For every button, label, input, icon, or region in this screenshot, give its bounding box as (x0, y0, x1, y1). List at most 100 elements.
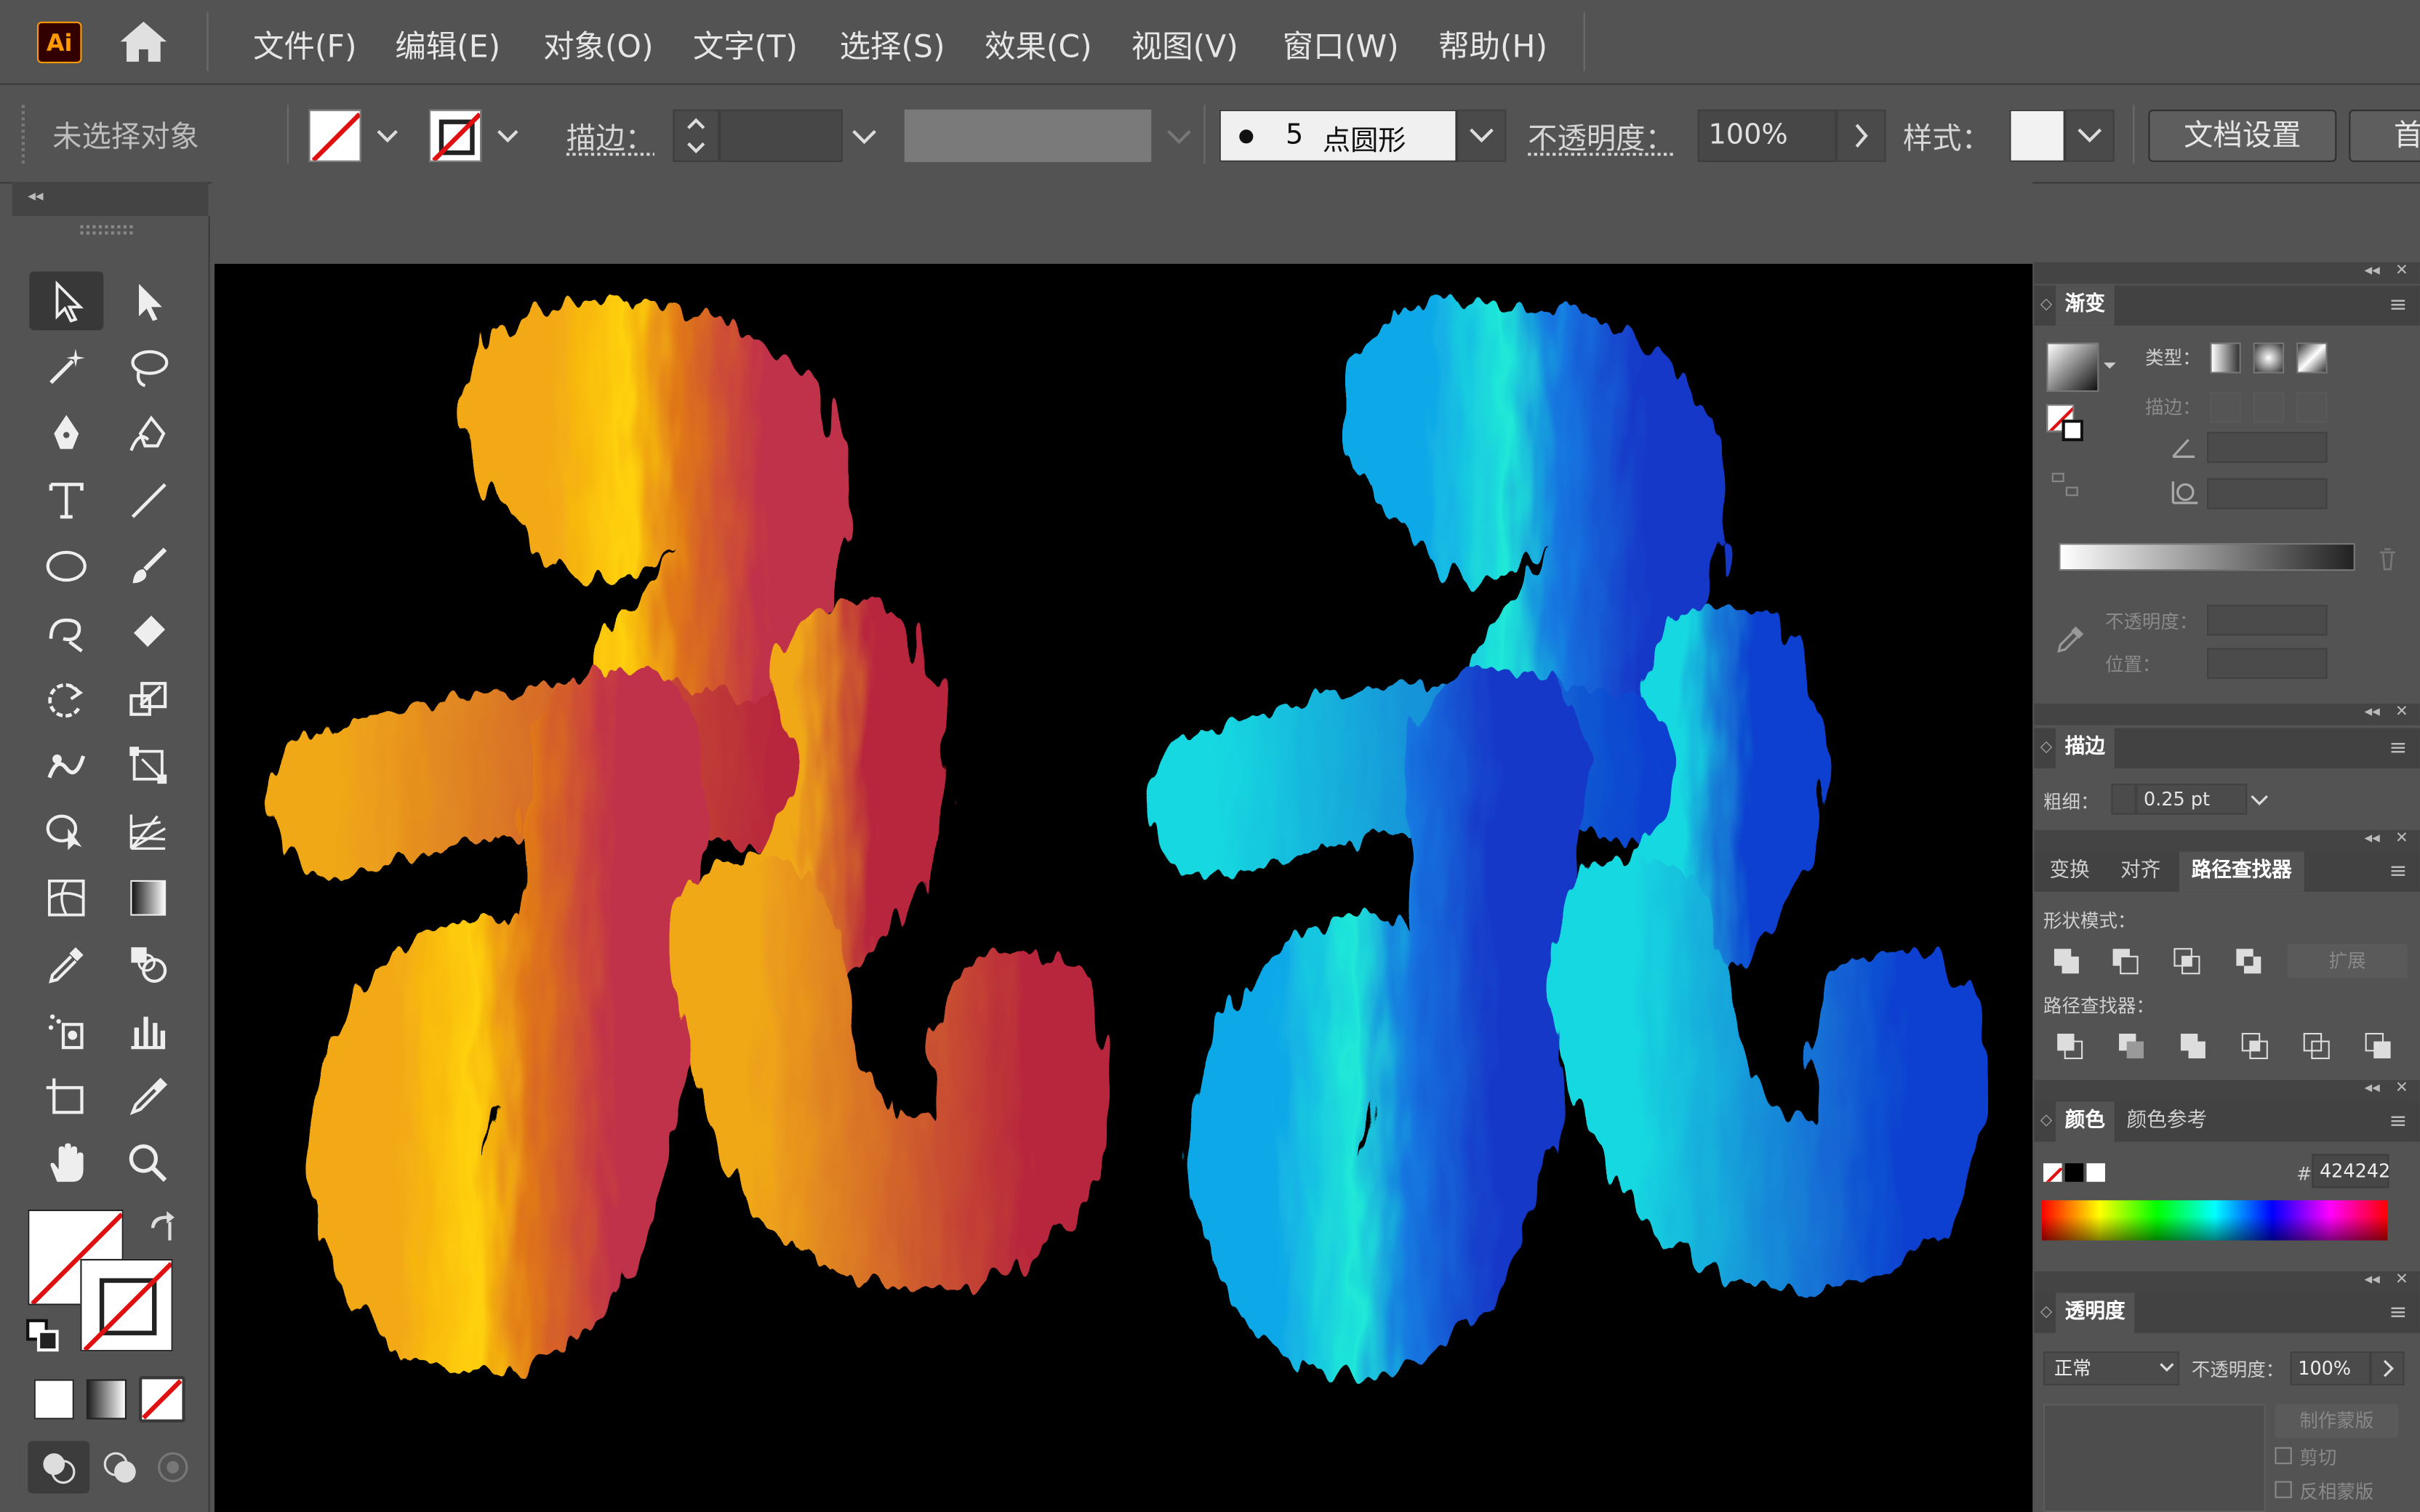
chevron-down-icon[interactable] (491, 121, 525, 151)
close-icon[interactable]: ✕ (2395, 1080, 2408, 1097)
opacity-expand[interactable] (1836, 109, 1886, 162)
swap-fill-stroke-icon[interactable] (145, 1210, 180, 1244)
menu-type[interactable]: 文字(T) (693, 22, 798, 67)
pen-tool[interactable] (29, 404, 103, 463)
variable-width-profile[interactable] (904, 109, 1152, 162)
crop-icon[interactable] (2241, 1032, 2269, 1060)
brush-definition[interactable]: 5 点圆形 (1219, 109, 1457, 162)
menu-edit[interactable]: 编辑(E) (395, 22, 500, 67)
artboard[interactable] (215, 263, 2033, 1512)
transparency-opacity-input[interactable]: 100% (2290, 1351, 2371, 1386)
tab-transform[interactable]: 变换 (2050, 852, 2090, 892)
draw-inside-icon[interactable] (154, 1450, 191, 1484)
gradient-tool[interactable] (111, 869, 185, 928)
brush-dropdown[interactable] (1457, 109, 1507, 162)
eraser-tool[interactable] (111, 603, 185, 662)
exclude-icon[interactable] (2235, 947, 2262, 975)
tab-gradient[interactable]: 渐变 (2056, 285, 2115, 326)
slice-tool[interactable] (111, 1068, 185, 1127)
paintbrush-tool[interactable] (111, 537, 185, 596)
panel-toggle-icon[interactable]: ◇ (2040, 286, 2052, 326)
stroke-stepper[interactable] (673, 109, 720, 162)
gradient-preview[interactable] (2046, 342, 2099, 393)
aspect-ratio-input[interactable] (2207, 478, 2328, 510)
menu-help[interactable]: 帮助(H) (1438, 22, 1547, 67)
chevron-down-icon[interactable] (2102, 358, 2118, 373)
linear-gradient-button[interactable] (2210, 342, 2241, 374)
freeform-gradient-button[interactable] (2296, 342, 2328, 374)
panel-toggle-icon[interactable]: ◇ (2040, 1101, 2052, 1141)
menu-file[interactable]: 文件(F) (253, 22, 356, 67)
panel-toggle-icon[interactable]: ◇ (2040, 1293, 2052, 1333)
tab-color-guide[interactable]: 颜色参考 (2127, 1101, 2207, 1141)
puppet-warp-tool[interactable] (29, 736, 103, 795)
stroke-within-button[interactable] (2210, 392, 2241, 423)
opacity-label[interactable]: 不透明度： (1528, 116, 1675, 157)
magic-wand-tool[interactable] (29, 338, 103, 397)
divide-icon[interactable] (2056, 1032, 2083, 1060)
rotate-tool[interactable] (29, 669, 103, 728)
color-spectrum[interactable] (2041, 1200, 2388, 1241)
fill-swatch[interactable] (308, 109, 361, 162)
close-icon[interactable]: ✕ (2395, 262, 2408, 279)
style-dropdown[interactable] (2064, 109, 2115, 162)
collapse-panels-icon[interactable]: ◂◂ (2365, 262, 2380, 279)
grip-handle[interactable] (80, 225, 133, 235)
stroke-across-button[interactable] (2296, 392, 2328, 423)
draw-behind-icon[interactable] (102, 1450, 139, 1484)
menu-object[interactable]: 对象(O) (543, 22, 653, 67)
none-mode-button[interactable] (139, 1376, 185, 1423)
zoom-tool[interactable] (111, 1134, 185, 1193)
none-swatch[interactable] (2043, 1163, 2062, 1182)
make-mask-button[interactable]: 制作蒙版 (2275, 1404, 2399, 1439)
merge-icon[interactable] (2179, 1032, 2207, 1060)
symbol-sprayer-tool[interactable] (29, 1001, 103, 1060)
chevron-down-icon[interactable] (2247, 787, 2272, 811)
close-icon[interactable]: ✕ (2395, 830, 2408, 847)
close-icon[interactable]: ✕ (2395, 1271, 2408, 1288)
gradient-mode-button[interactable] (86, 1379, 127, 1420)
close-icon[interactable]: ✕ (2395, 704, 2408, 720)
preferences-button[interactable]: 首 (2349, 109, 2420, 162)
hand-tool[interactable] (29, 1134, 103, 1193)
eyedropper-tool[interactable] (29, 935, 103, 994)
tab-pathfinder[interactable]: 路径查找器 (2179, 851, 2304, 892)
color-mode-button[interactable] (33, 1379, 74, 1420)
panel-menu-icon[interactable]: ≡ (2389, 1101, 2407, 1141)
home-icon[interactable] (117, 18, 169, 65)
panel-menu-icon[interactable]: ≡ (2389, 852, 2407, 892)
clip-checkbox[interactable] (2275, 1447, 2292, 1465)
collapse-toolbar-icon[interactable]: ◂◂ (28, 188, 43, 205)
direct-selection-tool[interactable] (111, 272, 185, 331)
expand-button[interactable]: 扩展 (2287, 944, 2408, 978)
black-swatch[interactable] (2064, 1163, 2084, 1182)
default-fill-stroke-icon[interactable] (25, 1318, 62, 1355)
gradient-stroke-swatch[interactable] (2062, 419, 2084, 442)
collapse-panels-icon[interactable]: ◂◂ (2365, 830, 2380, 847)
panel-menu-icon[interactable]: ≡ (2389, 728, 2407, 768)
invert-mask-checkbox[interactable] (2275, 1481, 2292, 1498)
opacity-input[interactable]: 100% (1697, 109, 1837, 162)
type-tool[interactable] (29, 470, 103, 529)
reverse-gradient-icon[interactable] (2050, 469, 2080, 499)
angle-input[interactable] (2207, 432, 2328, 463)
free-transform-tool[interactable] (111, 736, 185, 795)
shaper-tool[interactable] (29, 603, 103, 662)
graphic-style-swatch[interactable] (2009, 109, 2065, 162)
delete-stop-icon[interactable] (2376, 546, 2398, 571)
tab-transparency[interactable]: 透明度 (2056, 1292, 2135, 1333)
panel-menu-icon[interactable]: ≡ (2389, 286, 2407, 326)
curvature-tool[interactable] (111, 404, 185, 463)
lasso-tool[interactable] (111, 338, 185, 397)
gradient-position-input[interactable] (2207, 648, 2328, 679)
stroke-label[interactable]: 描边： (566, 116, 654, 157)
perspective-grid-tool[interactable] (111, 803, 185, 861)
hex-input[interactable]: 424242 (2312, 1154, 2390, 1189)
minus-front-icon[interactable] (2111, 947, 2139, 975)
collapse-panels-icon[interactable]: ◂◂ (2365, 704, 2380, 720)
stroke-along-button[interactable] (2253, 392, 2285, 423)
column-graph-tool[interactable] (111, 1001, 185, 1060)
artboard-tool[interactable] (29, 1068, 103, 1127)
draw-normal-button[interactable] (28, 1441, 90, 1494)
white-swatch[interactable] (2086, 1163, 2105, 1182)
